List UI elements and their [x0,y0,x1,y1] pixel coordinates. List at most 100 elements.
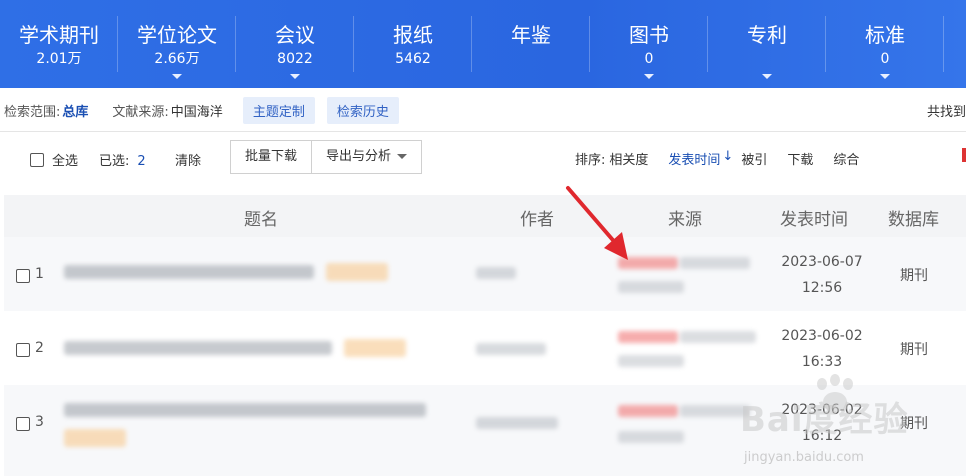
blurred-source[interactable] [680,257,750,269]
tab-label: 报纸 [393,23,433,47]
pub-date-day: 2023-06-02 [781,328,863,344]
scope-value[interactable]: 总库 [62,101,88,120]
tab-standards[interactable]: 标准 0 [826,0,944,88]
table-row[interactable]: 3 2023-06-02 16:12 期刊 [4,385,966,476]
overflow-marker [962,148,966,162]
total-results-text: 共找到 [926,105,966,120]
export-analysis-dropdown[interactable]: 导出与分析 [311,141,421,173]
blurred-source[interactable] [618,257,678,269]
batch-download-button[interactable]: 批量下载 [231,141,311,173]
tab-count: 0 [644,51,654,67]
pub-date: 2023-06-02 16:12 [772,399,872,447]
row-index: 3 [35,414,44,430]
database-name: 期刊 [900,342,928,358]
tab-newspapers[interactable]: 报纸 5462 [354,0,472,88]
pub-date: 2023-06-07 12:56 [772,251,872,299]
database-tab-bar: 学术期刊 2.01万 学位论文 2.66万 会议 8022 报纸 5462 年鉴… [0,0,966,88]
tab-label: 学术期刊 [19,23,99,47]
tab-separator [943,16,944,72]
blurred-source[interactable] [618,331,678,343]
sort-download[interactable]: 下载 [787,149,813,168]
tab-count: 2.01万 [36,51,82,67]
blurred-tag [326,263,388,281]
tab-label: 标准 [865,23,905,47]
row-index: 1 [35,266,44,282]
blurred-author[interactable] [476,417,558,429]
tab-label: 图书 [629,23,669,47]
selected-number[interactable]: 2 [137,154,145,169]
divider [0,131,966,132]
tab-theses[interactable]: 学位论文 2.66万 [118,0,236,88]
chevron-down-icon[interactable] [290,74,300,79]
blurred-title[interactable] [64,265,314,279]
sort-label: 排序: [575,153,606,168]
tab-conferences[interactable]: 会议 8022 [236,0,354,88]
search-scope-bar: 检索范围: 总库 文献来源: 中国海洋 主题定制 检索历史 共找到 [0,95,966,125]
results-toolbar: 全选 已选: 2 清除 批量下载 导出与分析 排序: 相关度 发表时间 ↓ 被引 … [0,140,966,176]
col-pubtime[interactable]: 发表时间 [780,205,848,230]
nav-tail [944,0,966,88]
tab-count: 2.66万 [154,51,200,67]
action-button-group: 批量下载 导出与分析 [230,140,423,174]
tab-label: 学位论文 [137,23,217,47]
table-row[interactable]: 1 2023-06-07 12:56 期刊 [4,237,966,311]
sort-pubtime[interactable]: 发表时间 [668,149,720,168]
sort-composite[interactable]: 综合 [833,149,859,168]
chevron-down-icon[interactable] [644,74,654,79]
blurred-author[interactable] [476,343,546,355]
tab-label: 年鉴 [511,23,551,47]
blurred-source[interactable] [618,431,684,443]
col-title[interactable]: 题名 [244,205,278,230]
blurred-tag [64,429,126,447]
tab-count: 5462 [395,51,431,67]
select-all[interactable]: 全选 [30,150,78,169]
blurred-title[interactable] [64,341,332,355]
blurred-source[interactable] [680,405,750,417]
row-checkbox[interactable] [16,343,30,357]
chevron-down-icon[interactable] [762,74,772,79]
blurred-source[interactable] [618,405,678,417]
results-table-header: 题名 作者 来源 发表时间 数据库 [4,195,966,237]
col-database[interactable]: 数据库 [888,205,939,230]
selected-count: 已选: 2 [99,150,146,169]
tab-yearbooks[interactable]: 年鉴 [472,0,590,88]
blurred-author[interactable] [476,267,516,279]
source-label: 文献来源: [112,104,169,120]
row-checkbox[interactable] [16,417,30,431]
selected-label: 已选: [99,154,130,169]
col-source[interactable]: 来源 [668,205,702,230]
search-history-button[interactable]: 检索历史 [326,96,399,124]
select-all-checkbox[interactable] [30,152,44,167]
table-row[interactable]: 2 2023-06-02 16:33 期刊 [4,311,966,385]
arrow-down-icon[interactable]: ↓ [722,149,733,168]
export-analysis-label: 导出与分析 [326,149,392,164]
topic-custom-button[interactable]: 主题定制 [242,96,315,124]
tab-count: 0 [880,51,890,67]
blurred-source[interactable] [618,355,684,367]
tab-books[interactable]: 图书 0 [590,0,708,88]
source-value: 中国海洋 [170,104,223,120]
col-author[interactable]: 作者 [520,205,554,230]
pub-date-time: 12:56 [801,280,843,296]
blurred-title[interactable] [64,403,426,417]
chevron-down-icon[interactable] [880,74,890,79]
row-index: 2 [35,340,44,356]
sort-cited[interactable]: 被引 [741,149,767,168]
pub-date: 2023-06-02 16:33 [772,325,872,373]
tab-label: 专利 [747,23,787,47]
chevron-down-icon[interactable] [172,74,182,79]
clear-button[interactable]: 清除 [175,150,201,169]
scope-label: 检索范围: [4,104,61,120]
row-checkbox[interactable] [16,269,30,283]
blurred-tag [344,339,406,357]
blurred-source[interactable] [618,281,684,293]
tab-patents[interactable]: 专利 [708,0,826,88]
database-name: 期刊 [900,268,928,284]
tab-label: 会议 [275,23,315,47]
select-all-label: 全选 [52,154,79,169]
database-name: 期刊 [900,416,928,432]
pub-date-day: 2023-06-07 [781,254,863,270]
tab-journals[interactable]: 学术期刊 2.01万 [0,0,118,88]
sort-relevance[interactable]: 相关度 [609,149,648,168]
blurred-source[interactable] [680,331,756,343]
